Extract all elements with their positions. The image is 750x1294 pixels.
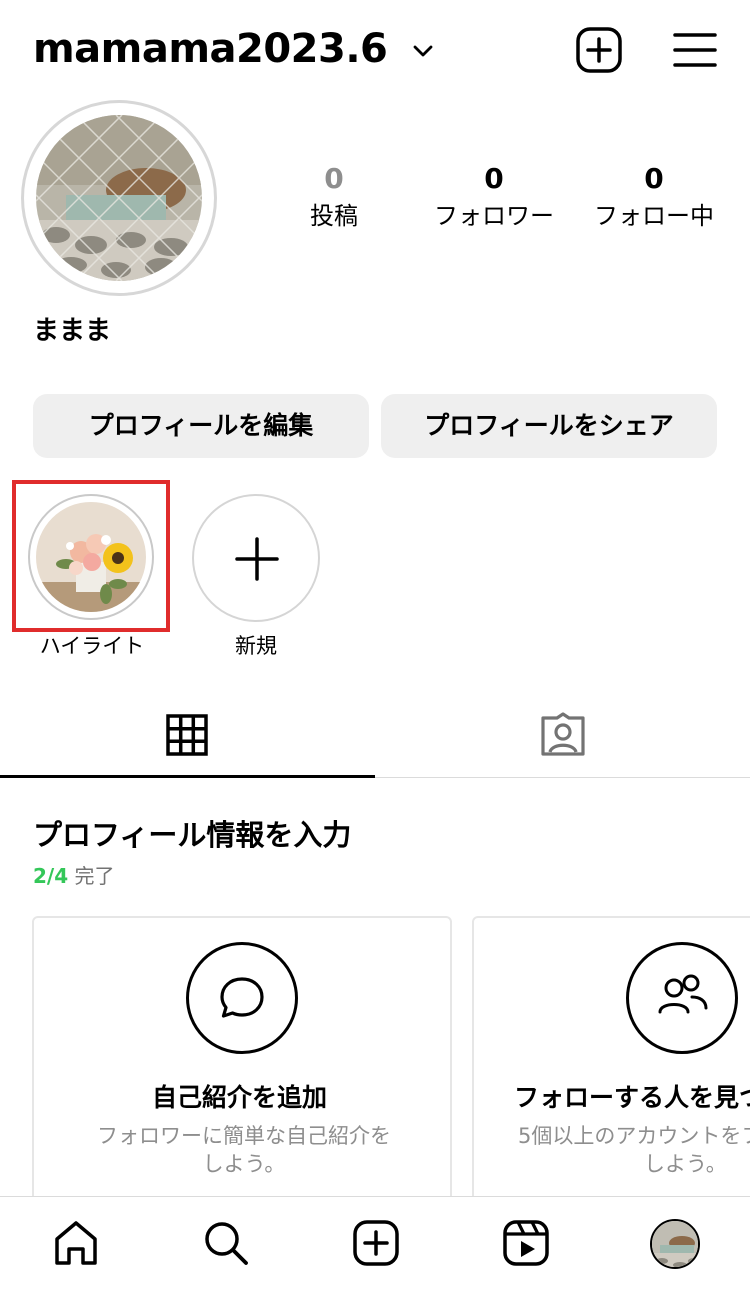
posts-count: 0 bbox=[324, 162, 344, 195]
username[interactable]: mamama2023.6 bbox=[33, 26, 388, 72]
progress-count: 2/4 bbox=[33, 864, 69, 888]
progress-label: 完了 bbox=[74, 864, 115, 888]
highlight-label: ハイライト bbox=[39, 634, 145, 658]
profile-progress: 2/4 完了 bbox=[33, 860, 115, 889]
speech-bubble-icon bbox=[186, 942, 298, 1054]
card-desc-line: しよう。 bbox=[644, 1152, 727, 1176]
card-title: 自己紹介を追加 bbox=[152, 1083, 328, 1112]
card-desc-line: しよう。 bbox=[202, 1152, 286, 1176]
new-highlight-label: 新規 bbox=[235, 634, 277, 658]
bottom-navigation bbox=[0, 1196, 750, 1294]
share-profile-button[interactable]: プロフィールをシェア bbox=[381, 394, 717, 458]
card-title: フォローする人を見つけ bbox=[514, 1083, 750, 1112]
complete-profile-title: プロフィール情報を入力 bbox=[33, 818, 352, 852]
avatar-image bbox=[36, 115, 202, 281]
chevron-down-icon[interactable] bbox=[410, 38, 436, 68]
plus-icon bbox=[235, 537, 279, 585]
stat-posts[interactable]: 0 投稿 bbox=[249, 162, 419, 236]
card-description: 5個以上のアカウントをフォロー しよう。 bbox=[518, 1122, 750, 1178]
tab-posts-grid[interactable] bbox=[0, 694, 375, 778]
profile-avatar[interactable] bbox=[650, 1219, 700, 1269]
people-icon bbox=[626, 942, 738, 1054]
following-count: 0 bbox=[644, 162, 664, 195]
following-label: フォロー中 bbox=[594, 202, 714, 230]
posts-label: 投稿 bbox=[310, 202, 358, 230]
profile-header: mamama2023.6 bbox=[0, 0, 750, 100]
highlight-story[interactable] bbox=[28, 494, 154, 620]
home-icon[interactable] bbox=[50, 1217, 102, 1269]
add-bio-card[interactable]: 自己紹介を追加 フォロワーに簡単な自己紹介を しよう。 bbox=[32, 916, 452, 1206]
menu-icon[interactable] bbox=[672, 30, 718, 74]
tab-tagged[interactable] bbox=[375, 694, 750, 778]
find-people-card[interactable]: フォローする人を見つけ 5個以上のアカウントをフォロー しよう。 bbox=[472, 916, 750, 1206]
card-desc-line: 5個以上のアカウントをフォロー bbox=[518, 1124, 750, 1148]
display-name: ままま bbox=[33, 316, 112, 346]
profile-tabs bbox=[0, 694, 750, 778]
followers-count: 0 bbox=[484, 162, 504, 195]
stat-following[interactable]: 0 フォロー中 bbox=[569, 162, 739, 236]
edit-profile-button[interactable]: プロフィールを編集 bbox=[33, 394, 369, 458]
followers-label: フォロワー bbox=[434, 202, 554, 230]
new-highlight-button[interactable] bbox=[192, 494, 320, 622]
new-post-icon[interactable] bbox=[575, 26, 623, 78]
create-icon[interactable] bbox=[350, 1217, 402, 1269]
card-desc-line: フォロワーに簡単な自己紹介を bbox=[97, 1124, 391, 1148]
search-icon[interactable] bbox=[200, 1217, 252, 1269]
grid-icon bbox=[166, 714, 208, 760]
reels-icon[interactable] bbox=[500, 1217, 552, 1269]
card-description: フォロワーに簡単な自己紹介を しよう。 bbox=[86, 1122, 402, 1178]
highlight-cover-image bbox=[36, 502, 146, 612]
profile-avatar[interactable] bbox=[21, 100, 217, 296]
stat-followers[interactable]: 0 フォロワー bbox=[409, 162, 579, 236]
tagged-icon bbox=[539, 712, 587, 762]
